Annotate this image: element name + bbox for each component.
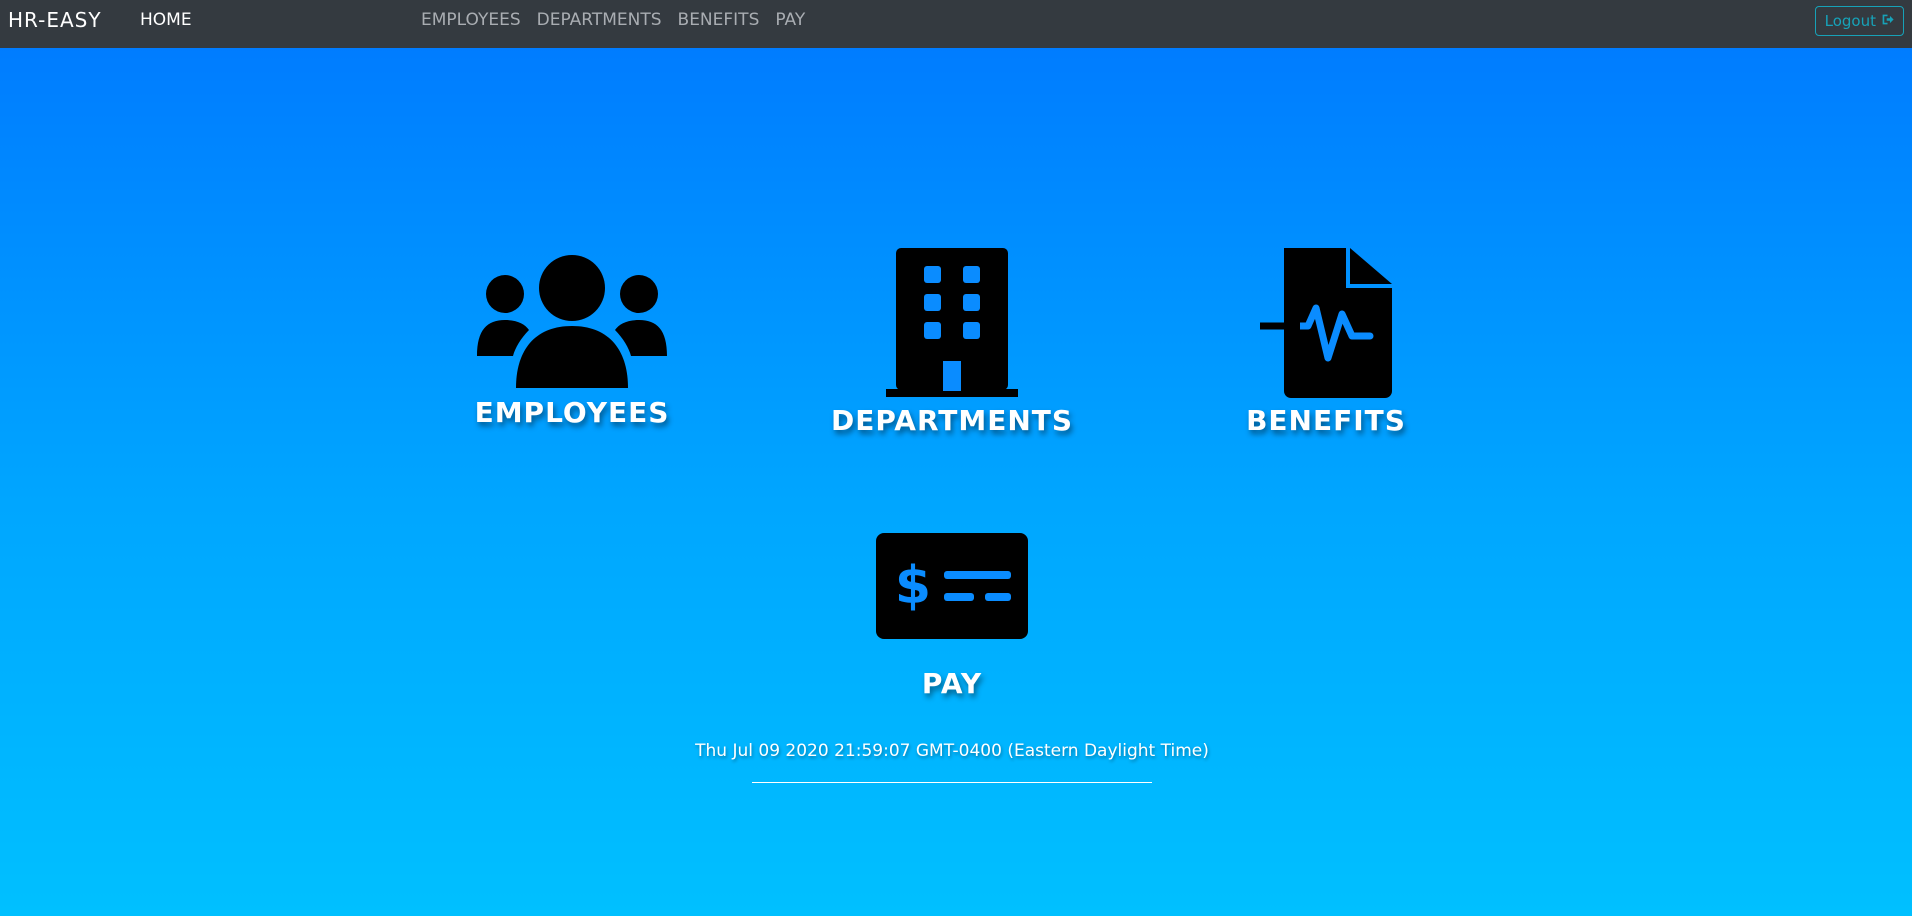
divider bbox=[752, 782, 1152, 783]
nav-link-employees[interactable]: EMPLOYEES bbox=[421, 10, 521, 30]
tile-label-pay: PAY bbox=[921, 667, 983, 700]
logout-label: Logout bbox=[1824, 12, 1876, 30]
tile-label-departments: DEPARTMENTS bbox=[830, 404, 1074, 437]
current-datetime: Thu Jul 09 2020 21:59:07 GMT-0400 (Easte… bbox=[695, 741, 1209, 761]
sign-out-icon bbox=[1881, 12, 1894, 30]
file-medical-icon bbox=[1260, 248, 1392, 398]
brand-logo[interactable]: HR-EASY bbox=[8, 8, 102, 32]
building-icon bbox=[886, 248, 1018, 397]
tile-pay[interactable]: $ PAY bbox=[852, 533, 1052, 700]
money-check-icon: $ bbox=[876, 533, 1028, 639]
tile-label-employees: EMPLOYEES bbox=[474, 396, 670, 429]
tile-departments[interactable]: DEPARTMENTS bbox=[812, 248, 1092, 437]
tile-employees[interactable]: EMPLOYEES bbox=[462, 254, 682, 429]
nav-links: EMPLOYEES DEPARTMENTS BENEFITS PAY bbox=[421, 10, 805, 30]
nav-link-pay[interactable]: PAY bbox=[775, 10, 805, 30]
users-icon bbox=[477, 255, 667, 388]
nav-home-link[interactable]: HOME bbox=[140, 10, 192, 30]
navbar: HR-EASY HOME EMPLOYEES DEPARTMENTS BENEF… bbox=[0, 0, 1912, 48]
logout-button[interactable]: Logout bbox=[1814, 6, 1904, 36]
nav-link-benefits[interactable]: BENEFITS bbox=[678, 10, 760, 30]
nav-link-departments[interactable]: DEPARTMENTS bbox=[537, 10, 662, 30]
tile-label-benefits: BENEFITS bbox=[1246, 404, 1406, 437]
tile-benefits[interactable]: BENEFITS bbox=[1226, 248, 1426, 437]
svg-text:$: $ bbox=[895, 556, 931, 616]
